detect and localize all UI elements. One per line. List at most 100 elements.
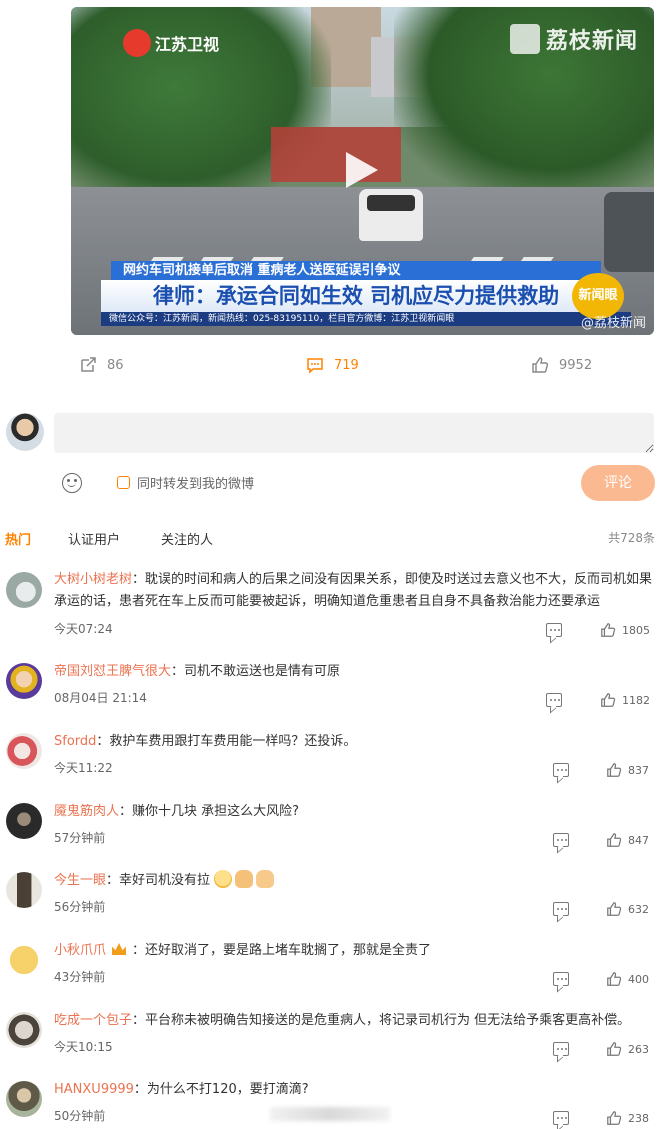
comment-separator: ：	[96, 734, 110, 749]
comment-like-button[interactable]: 1182	[600, 692, 650, 708]
comment-input[interactable]	[54, 413, 654, 453]
comment-icon	[307, 358, 323, 374]
comment-time: 50分钟前	[54, 1109, 106, 1123]
video-player[interactable]: 江苏卫视 荔枝新闻 网约车司机接单后取消 重病老人送医延误引争议 律师：承运合同…	[71, 7, 654, 335]
tab-hot[interactable]: 热门	[5, 529, 31, 548]
comment-username[interactable]: 今生一眼	[54, 873, 106, 888]
comment-username[interactable]: 大树小树老树	[54, 572, 132, 587]
forward-label: 同时转发到我的微博	[137, 477, 255, 492]
comment-like-button[interactable]: 263	[606, 1041, 649, 1057]
comment-like-count: 847	[628, 833, 649, 847]
avatar[interactable]	[6, 572, 42, 608]
comment-username[interactable]: 帝国刘怼王脾气很大	[54, 664, 171, 679]
reply-icon[interactable]	[553, 763, 569, 777]
avatar[interactable]	[6, 733, 42, 769]
video-watermark: @荔枝新闻	[580, 316, 646, 331]
comment-like-count: 1182	[622, 693, 650, 707]
comment-username[interactable]: 魇鬼筋肉人	[54, 804, 119, 819]
avatar[interactable]	[6, 872, 42, 908]
emoji-icon[interactable]	[62, 473, 82, 493]
submit-comment-button[interactable]: 评论	[581, 465, 655, 501]
comment-like-button[interactable]: 837	[606, 762, 649, 778]
avatar[interactable]	[6, 1012, 42, 1048]
video-frame-shops	[271, 127, 401, 182]
forward-checkbox[interactable]	[117, 476, 130, 489]
comment-text: 平台称未被明确告知接送的是危重病人，将记录司机行为 但无法给予乘客更高补偿。	[145, 1013, 631, 1028]
video-ticker: 微信公众号：江苏新闻，新闻热线：025-83195110，栏目官方微博：江苏卫视…	[101, 312, 631, 326]
like-button[interactable]: 9952	[531, 356, 592, 374]
comment-separator: ：	[132, 943, 146, 958]
tab-verified[interactable]: 认证用户	[68, 529, 120, 548]
reply-icon[interactable]	[546, 623, 562, 637]
thumbs-up-emoji-icon	[256, 870, 275, 888]
comment-time: 43分钟前	[54, 970, 106, 984]
comment-time: 56分钟前	[54, 900, 106, 914]
tab-following[interactable]: 关注的人	[161, 529, 213, 548]
smile-emoji-icon	[214, 870, 233, 888]
thumbs-up-icon	[607, 972, 622, 986]
reply-icon[interactable]	[553, 833, 569, 847]
thumbs-up-icon	[607, 833, 622, 847]
comment-username[interactable]: Sfordd	[54, 734, 96, 749]
crown-icon	[112, 943, 127, 955]
comment-separator: ：	[133, 1082, 147, 1097]
comment-like-count: 400	[628, 972, 649, 986]
video-sub-headline: 网约车司机接单后取消 重病老人送医延误引争议	[111, 261, 601, 281]
comment-body: 帝国刘怼王脾气很大：司机不敢运送也是情有可原	[54, 661, 654, 683]
play-icon[interactable]	[346, 152, 378, 188]
comment-separator: ：	[106, 873, 120, 888]
post-actions: 86 719 9952	[0, 356, 670, 378]
channel-logo-text: 江苏卫视	[155, 35, 220, 54]
repost-button[interactable]: 86	[79, 356, 124, 374]
comment-separator: ：	[132, 572, 146, 587]
comment-body: 吃成一个包子：平台称未被明确告知接送的是危重病人，将记录司机行为 但无法给予乘客…	[54, 1010, 654, 1032]
comment-like-button[interactable]: 400	[606, 971, 649, 987]
video-frame-car	[359, 189, 423, 241]
source-logo-text: 荔枝新闻	[545, 29, 638, 54]
avatar[interactable]	[6, 803, 42, 839]
thumbs-up-icon	[532, 357, 549, 373]
comment-text: 幸好司机没有拉	[119, 873, 211, 888]
comment-separator: ：	[171, 664, 185, 679]
comment-like-count: 263	[628, 1042, 649, 1056]
thumbs-up-icon	[607, 1111, 622, 1125]
comment-body: 魇鬼筋肉人：赚你十几块 承担这么大风险?	[54, 801, 654, 823]
thumbs-up-icon	[607, 1042, 622, 1056]
my-avatar[interactable]	[6, 413, 44, 451]
source-logo: 荔枝新闻	[509, 23, 638, 55]
comment-like-button[interactable]: 1805	[600, 622, 650, 638]
comment-separator: ：	[132, 1013, 146, 1028]
comment-time: 今天11:22	[54, 761, 113, 775]
comment-total: 共728条	[608, 531, 655, 545]
avatar[interactable]	[6, 942, 42, 978]
comment-username[interactable]: 吃成一个包子	[54, 1013, 132, 1028]
comment-text: 还好取消了，要是路上堵车耽搁了，那就是全责了	[145, 943, 432, 958]
avatar[interactable]	[6, 663, 42, 699]
avatar[interactable]	[6, 1081, 42, 1117]
reply-icon[interactable]	[553, 972, 569, 986]
comment-body: 小秋爪爪 ：还好取消了，要是路上堵车耽搁了，那就是全责了	[54, 940, 654, 962]
repost-icon	[81, 357, 96, 372]
source-logo-icon	[509, 24, 540, 54]
video-frame-car	[604, 192, 654, 272]
repost-count: 86	[107, 357, 124, 373]
comment-text: 为什么不打120，要打滴滴?	[146, 1082, 309, 1097]
comment-like-count: 238	[628, 1111, 649, 1125]
comment-username[interactable]: HANXU9999	[54, 1082, 134, 1097]
comment-like-button[interactable]: 847	[606, 832, 649, 848]
like-count: 9952	[559, 357, 593, 373]
reply-icon[interactable]	[546, 693, 562, 707]
comment-separator: ：	[119, 804, 133, 819]
comment-like-count: 632	[628, 902, 649, 916]
reply-icon[interactable]	[553, 1111, 569, 1125]
comment-body: 今生一眼：幸好司机没有拉	[54, 870, 654, 892]
reply-icon[interactable]	[553, 902, 569, 916]
comment-button[interactable]: 719	[306, 356, 359, 374]
comment-username[interactable]: 小秋爪爪	[54, 943, 106, 958]
comment-body: HANXU9999：为什么不打120，要打滴滴?	[54, 1079, 654, 1101]
reply-icon[interactable]	[553, 1042, 569, 1056]
forward-option[interactable]: 同时转发到我的微博	[117, 473, 254, 492]
thumbs-up-icon	[601, 693, 616, 707]
comment-like-button[interactable]: 238	[606, 1110, 649, 1126]
comment-like-button[interactable]: 632	[606, 901, 649, 917]
